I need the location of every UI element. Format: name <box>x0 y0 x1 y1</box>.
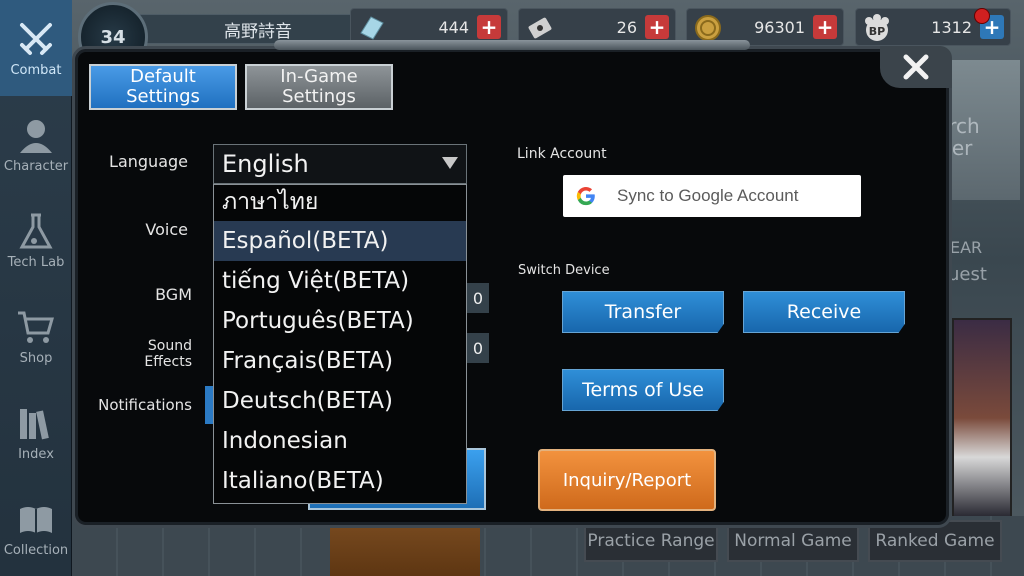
sync-google-button[interactable]: Sync to Google Account <box>563 175 861 217</box>
language-dropdown-list[interactable]: ภาษาไทย Español(BETA) tiếng Việt(BETA) P… <box>213 184 467 504</box>
tab-label-line2: Settings <box>282 86 356 107</box>
close-tab <box>880 46 952 88</box>
sidebar-item-label: Tech Lab <box>7 254 65 270</box>
books-icon <box>20 408 49 439</box>
google-g-icon <box>576 186 595 206</box>
sidebar-item-label: Combat <box>10 62 62 78</box>
add-crystal-button[interactable]: + <box>477 15 501 39</box>
sidebar-item-character[interactable]: Character <box>0 96 72 192</box>
crossed-swords-icon <box>20 22 52 55</box>
open-book-icon <box>20 506 52 533</box>
add-coin-button[interactable]: + <box>813 15 837 39</box>
quest-label-b: uest <box>948 264 987 285</box>
sound-effects-label: Sound Effects <box>144 338 192 370</box>
sidebar-item-tech-lab[interactable]: Tech Lab <box>0 192 72 288</box>
flask-icon <box>19 213 53 248</box>
sidebar-item-index[interactable]: Index <box>0 384 72 480</box>
language-option[interactable]: Italiano(BETA) <box>214 461 466 501</box>
sidebar-item-label: Collection <box>3 542 69 558</box>
coin-icon <box>695 15 721 41</box>
bgm-value: 0 <box>467 283 489 313</box>
language-option[interactable]: Deutsch(BETA) <box>214 381 466 421</box>
language-option[interactable]: ภาษาไทย <box>214 185 466 221</box>
close-button[interactable] <box>896 47 936 87</box>
language-option[interactable]: Français(BETA) <box>214 341 466 381</box>
language-option[interactable]: Indonesian <box>214 421 466 461</box>
language-option[interactable]: tiếng Việt(BETA) <box>214 261 466 301</box>
resource-value: 96301 <box>754 17 805 37</box>
notification-dot <box>974 8 990 24</box>
terms-of-use-button[interactable]: Terms of Use <box>562 369 724 411</box>
character-bust-icon <box>20 119 52 153</box>
sync-google-label: Sync to Google Account <box>617 186 799 205</box>
language-selected-value: English <box>222 150 309 178</box>
bp-icon: BP <box>865 14 889 41</box>
sidebar-item-collection[interactable]: Collection <box>0 480 72 576</box>
transfer-button[interactable]: Transfer <box>562 291 724 333</box>
quest-label-a: EAR <box>950 238 983 257</box>
tab-label-line1: In-Game <box>280 66 358 87</box>
sfx-value: 0 <box>467 333 489 363</box>
resource-value: 26 <box>616 17 637 37</box>
resource-value: 1312 <box>931 17 972 37</box>
sidebar-item-label: Character <box>3 158 69 174</box>
bgm-label: BGM <box>155 285 192 304</box>
crystal-icon <box>360 16 384 40</box>
sidebar-item-combat[interactable]: Combat <box>0 0 72 96</box>
sidebar-item-shop[interactable]: Shop <box>0 288 72 384</box>
dialog-handle <box>274 40 750 50</box>
chevron-down-icon <box>442 157 458 169</box>
settings-dialog <box>72 46 952 528</box>
add-ticket-button[interactable]: + <box>645 15 669 39</box>
tab-default-settings[interactable]: Default Settings <box>89 64 237 110</box>
tab-label-line2: Settings <box>126 86 200 107</box>
language-option[interactable]: Español(BETA) <box>214 221 466 261</box>
language-label: Language <box>109 152 188 171</box>
tab-label-line1: Default <box>130 66 196 87</box>
cart-icon <box>18 311 54 343</box>
left-sidebar: Combat Character Tech Lab Shop Index Col… <box>0 0 72 576</box>
close-icon <box>903 54 929 80</box>
language-select[interactable]: English <box>213 144 467 184</box>
sidebar-item-label: Shop <box>19 350 53 366</box>
receive-button[interactable]: Receive <box>743 291 905 333</box>
link-account-label: Link Account <box>517 146 607 162</box>
resource-value: 444 <box>438 17 469 37</box>
notifications-label: Notifications <box>98 396 192 414</box>
switch-device-label: Switch Device <box>518 263 610 278</box>
ticket-icon <box>528 17 552 39</box>
player-profile[interactable]: 高野詩音 34 <box>78 2 378 72</box>
character-portrait-card[interactable] <box>952 318 1012 518</box>
sidebar-item-label: Index <box>18 446 54 462</box>
language-option[interactable]: Português(BETA) <box>214 301 466 341</box>
voice-label: Voice <box>145 220 188 239</box>
tab-in-game-settings[interactable]: In-Game Settings <box>245 64 393 110</box>
svg-text:BP: BP <box>869 25 885 38</box>
inquiry-report-button[interactable]: Inquiry/Report <box>538 449 716 511</box>
